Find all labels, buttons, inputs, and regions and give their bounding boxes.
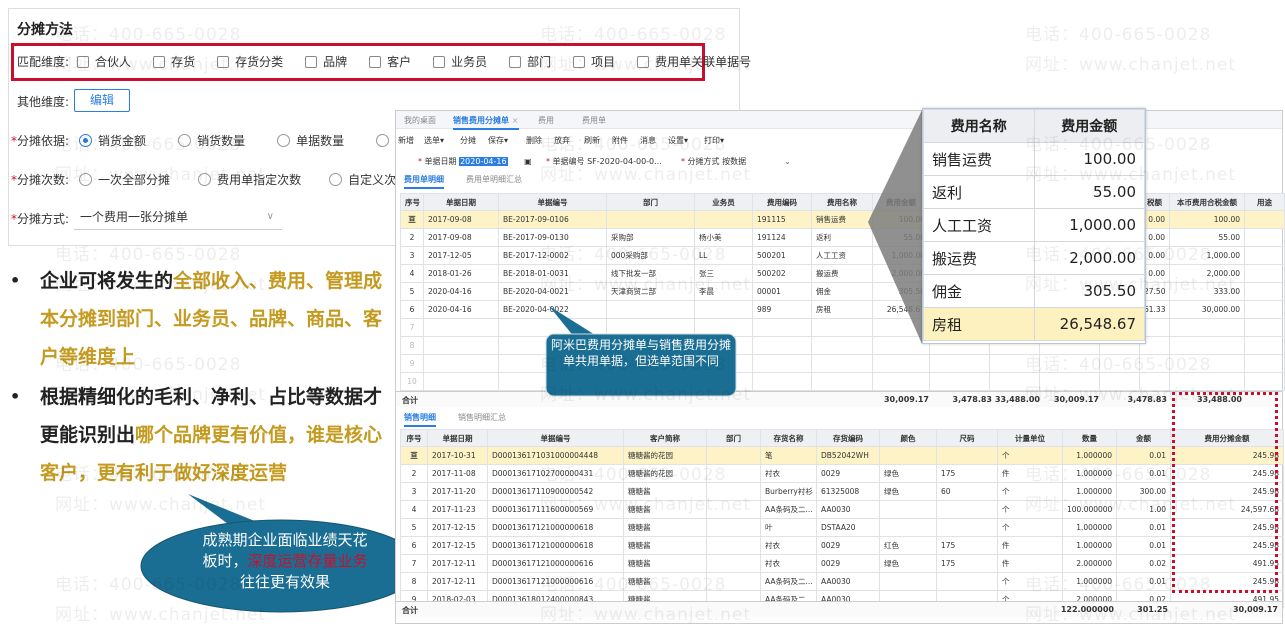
magnifier-cell: 26,548.67 (1033, 307, 1145, 341)
magnifier-cell: 佣金 (923, 274, 1035, 308)
magnifier-cell: 305.50 (1033, 274, 1145, 308)
magnifier-cell: 55.00 (1033, 175, 1145, 209)
magnified-expense-table: 费用名称 费用金额 销售运费 100.00 返利 55.00 人工工资 1,000.00 搬运费… (922, 108, 1146, 344)
magnifier-cell: 返利 (923, 175, 1035, 209)
magnifier-row: 人工工资 1,000.00 (923, 208, 1145, 242)
magnifier-cell: 100.00 (1033, 142, 1145, 176)
magnifier-row: 房租 26,548.67 (923, 307, 1145, 341)
magnifier-cell: 销售运费 (923, 142, 1035, 176)
magnifier-header: 费用名称 (923, 109, 1035, 143)
magnifier-cell: 搬运费 (923, 241, 1035, 275)
magnifier-row: 佣金 305.50 (923, 274, 1145, 308)
magnifier-row: 返利 55.00 (923, 175, 1145, 209)
allocation-amount-highlight (1172, 392, 1278, 593)
magnifier-row: 搬运费 2,000.00 (923, 241, 1145, 275)
magnifier-cell: 房租 (923, 307, 1035, 341)
magnifier-cell: 1,000.00 (1033, 208, 1145, 242)
magnifier-header: 费用金额 (1033, 109, 1145, 143)
magnifier-row: 销售运费 100.00 (923, 142, 1145, 176)
magnifier-cell: 2,000.00 (1033, 241, 1145, 275)
magnifier-cell: 人工工资 (923, 208, 1035, 242)
